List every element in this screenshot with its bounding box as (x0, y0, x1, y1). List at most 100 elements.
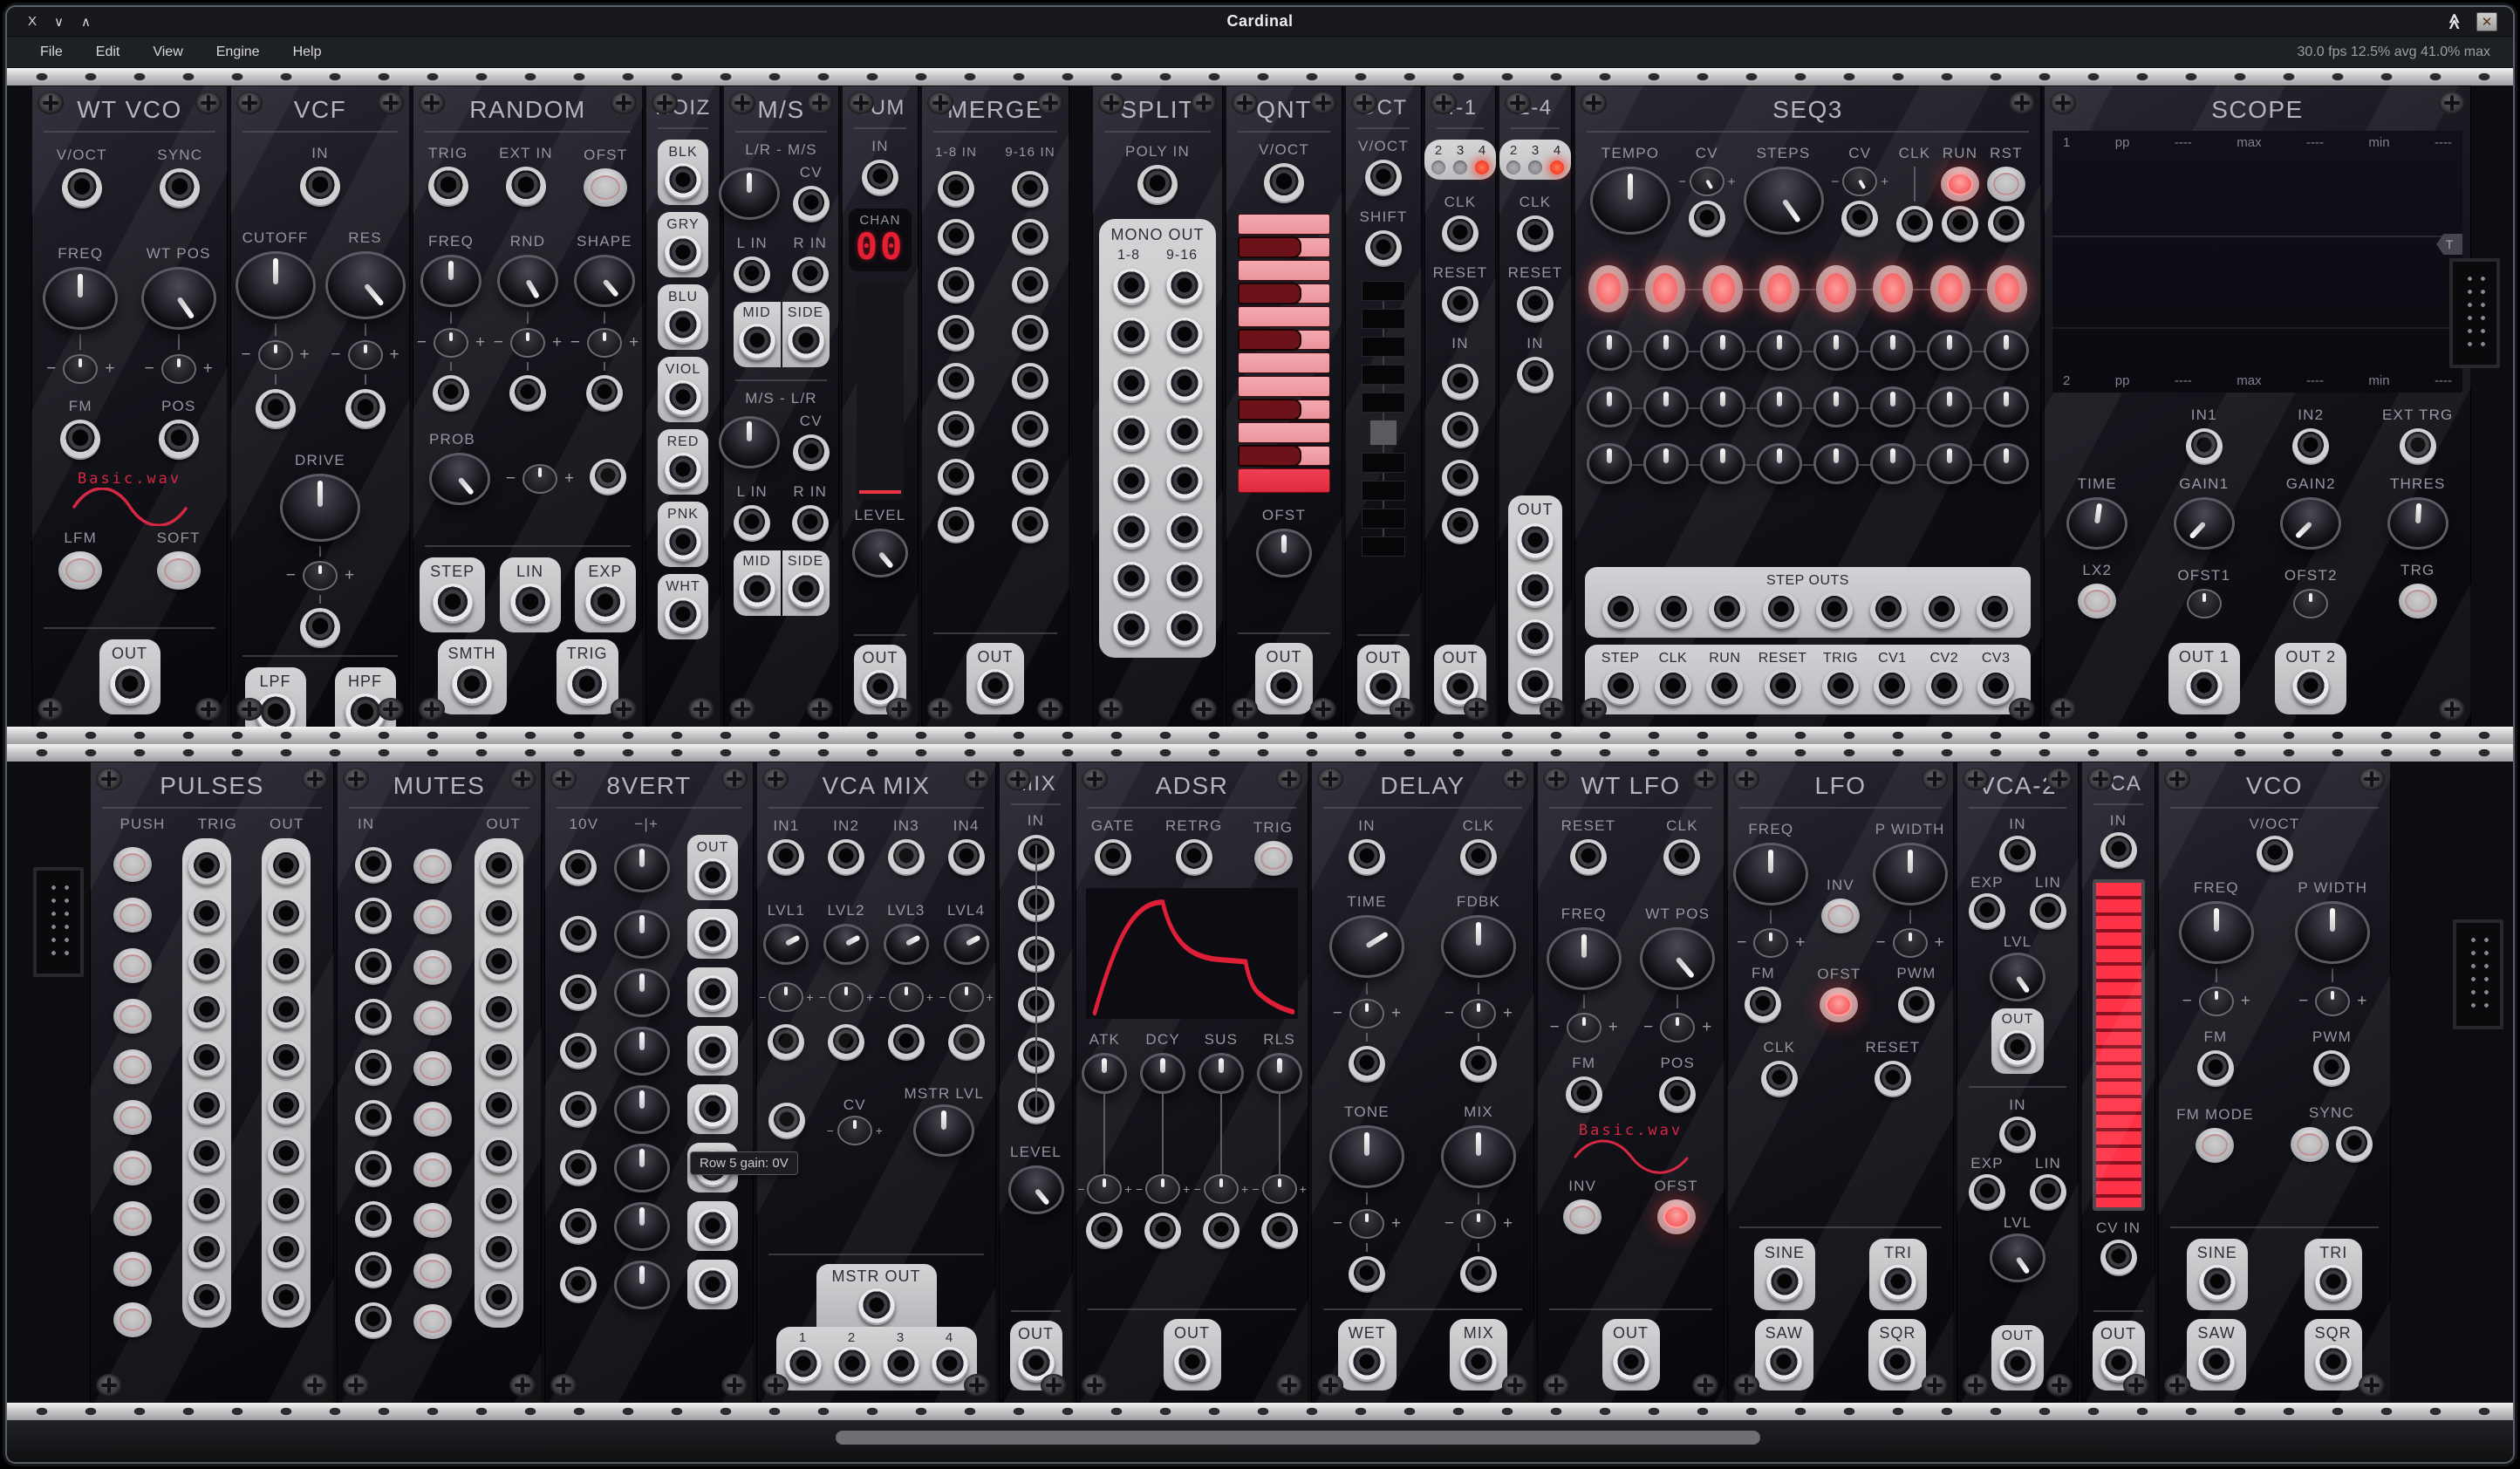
rls-cv-jack[interactable] (1261, 1213, 1298, 1249)
step-out-jack[interactable] (1870, 592, 1907, 629)
v8-in-jack[interactable] (560, 1208, 597, 1245)
fm-mode-button[interactable] (2196, 1128, 2234, 1163)
out-jack-b[interactable] (1999, 1347, 2036, 1384)
merge-in-jack[interactable] (938, 459, 974, 495)
black-key[interactable] (1238, 237, 1330, 257)
red-out-jack[interactable] (665, 453, 701, 489)
merge-in-jack[interactable] (938, 315, 974, 352)
pulse-out-jack[interactable] (268, 1281, 304, 1317)
gain1-knob[interactable] (2174, 497, 2235, 550)
smth-out-jack[interactable] (452, 666, 492, 706)
step-button-lit[interactable] (1703, 265, 1743, 312)
module-ms[interactable]: M/S L/R - M/S CV L IN R IN MID SIDE M/S … (723, 85, 839, 727)
mute-out-jack[interactable] (481, 849, 517, 885)
dec-l-in-jack[interactable] (734, 505, 770, 542)
time-knob[interactable] (1329, 915, 1404, 978)
step-button-lit[interactable] (1645, 265, 1685, 312)
freq-trim[interactable] (1753, 928, 1788, 958)
v8-in-jack[interactable] (560, 1267, 597, 1303)
mid-out-jack2[interactable] (739, 572, 775, 609)
octave-slot[interactable] (1362, 481, 1405, 501)
merge-in-jack[interactable] (938, 171, 974, 208)
module-mutes[interactable]: MUTES IN OUT (337, 762, 542, 1403)
mix-in-jack[interactable] (1018, 1088, 1055, 1124)
mute-in-jack[interactable] (355, 898, 392, 934)
cv3-knob[interactable] (1587, 443, 1632, 484)
fm-jack[interactable] (1566, 1076, 1602, 1113)
step-out-jack[interactable] (1656, 592, 1692, 629)
mute-button[interactable] (413, 1254, 452, 1288)
split-out-jack[interactable] (1113, 513, 1150, 550)
black-key[interactable] (1238, 330, 1330, 350)
ext-in-jack[interactable] (506, 167, 546, 207)
in-jack-1[interactable] (1442, 364, 1479, 400)
mix-cv-jack[interactable] (1460, 1256, 1497, 1293)
lvl2-knob[interactable] (823, 924, 869, 965)
cutoff-knob[interactable] (236, 251, 316, 319)
split-out-jack[interactable] (1113, 611, 1150, 647)
white-key[interactable] (1238, 214, 1330, 235)
merge-in-jack[interactable] (1012, 363, 1048, 400)
trig-in-jack[interactable] (188, 849, 225, 885)
mix-in-jack[interactable] (1018, 987, 1055, 1023)
level-knob[interactable] (852, 529, 908, 577)
ofst-knob[interactable] (1256, 529, 1312, 577)
merge-in-jack[interactable] (1012, 459, 1048, 495)
cv2-knob[interactable] (1757, 386, 1802, 427)
in2-jack[interactable] (2292, 428, 2329, 465)
push-button[interactable] (113, 1100, 152, 1135)
sync-jack[interactable] (2336, 1126, 2373, 1163)
pulse-out-jack[interactable] (268, 993, 304, 1029)
enc-r-in-jack[interactable] (792, 256, 829, 293)
v8-out-jack[interactable] (694, 1267, 731, 1304)
exp-jack-b[interactable] (1969, 1174, 2005, 1211)
cv1-knob[interactable] (1700, 330, 1745, 371)
trig-in-jack[interactable] (188, 1041, 225, 1077)
mute-out-jack[interactable] (481, 1041, 517, 1077)
ch2-out-jack[interactable] (834, 1347, 871, 1384)
octave-slot[interactable] (1362, 453, 1405, 473)
lvl-knob-b[interactable] (1990, 1233, 2045, 1282)
step-button-lit[interactable] (1930, 265, 1970, 312)
trg-button[interactable] (2399, 584, 2437, 618)
trig-in-jack[interactable] (188, 1137, 225, 1173)
cv2-knob[interactable] (1813, 386, 1859, 427)
close-button[interactable]: X (28, 14, 37, 30)
gain2-knob[interactable] (2280, 497, 2341, 550)
trig-in-jack[interactable] (188, 1089, 225, 1125)
mute-button[interactable] (413, 849, 452, 884)
rst-button[interactable] (1987, 167, 2025, 202)
in-jack-3[interactable] (1442, 460, 1479, 496)
pwidth-trim[interactable] (2315, 987, 2350, 1016)
pwm-jack[interactable] (2313, 1050, 2350, 1087)
lvl4-knob[interactable] (944, 924, 989, 965)
mute-in-jack[interactable] (355, 1201, 392, 1238)
trig-in-jack[interactable] (188, 1233, 225, 1269)
viol-out-jack[interactable] (665, 380, 701, 417)
v8-gain-knob[interactable] (614, 910, 670, 959)
clk-out-jack[interactable] (1655, 669, 1691, 706)
time-trim[interactable] (1349, 999, 1384, 1028)
module-random[interactable]: RANDOM TRIG EXT IN OFST FREQ−+ RND−+ SHA… (413, 85, 643, 727)
mute-button[interactable] (413, 1152, 452, 1187)
drive-cv-jack[interactable] (300, 608, 340, 648)
dec-r-in-jack[interactable] (792, 505, 829, 542)
push-button[interactable] (113, 1201, 152, 1236)
rnd-knob[interactable] (497, 255, 558, 307)
fdbk-knob[interactable] (1441, 915, 1516, 978)
step-out-jack[interactable] (1816, 592, 1853, 629)
out-jack-a[interactable] (1999, 1030, 2036, 1067)
v8-out-jack[interactable] (694, 1209, 731, 1246)
exp-jack-a[interactable] (1969, 893, 2005, 930)
tone-cv-jack[interactable] (1349, 1256, 1385, 1293)
cv1-trim[interactable] (768, 982, 803, 1012)
res-trim-knob[interactable] (348, 340, 383, 370)
step-out-jack[interactable] (1923, 592, 1960, 629)
tempo-knob[interactable] (1590, 167, 1670, 235)
v8-out-jack[interactable] (694, 917, 731, 953)
step-out-jack[interactable] (1602, 592, 1639, 629)
mute-out-jack[interactable] (481, 1137, 517, 1173)
module-1-4[interactable]: 1-4 2 3 4 CLK RESET IN OUT (1499, 85, 1572, 727)
cv3-out-jack[interactable] (1977, 669, 2014, 706)
mute-button[interactable] (413, 950, 452, 985)
